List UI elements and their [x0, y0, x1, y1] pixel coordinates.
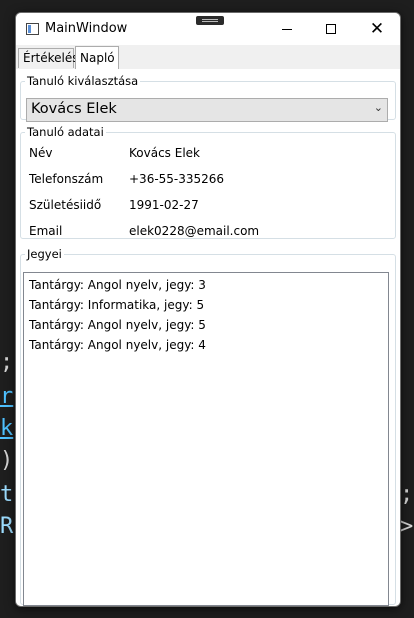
title-bar[interactable]: MainWindow ✕ — [16, 13, 400, 45]
tab-naplo[interactable]: Napló — [75, 46, 119, 69]
background-code-fragment: k — [0, 416, 14, 441]
background-code-fragment: ) — [0, 448, 14, 473]
tab-strip: Értékelés Napló — [16, 45, 400, 70]
student-data-group: Tanuló adatai Név Kovács Elek Telefonszá… — [20, 125, 396, 239]
phone-label: Telefonszám — [29, 172, 104, 186]
background-code-fragment: t — [0, 482, 14, 507]
close-button[interactable]: ✕ — [354, 13, 400, 45]
chevron-down-icon[interactable]: ⌄ — [374, 101, 383, 114]
grades-group: Jegyei Tantárgy: Angol nyelv, jegy: 3 Ta… — [20, 247, 396, 606]
close-icon: ✕ — [369, 18, 385, 39]
minimize-icon — [282, 28, 292, 30]
background-code-fragment: R — [0, 514, 14, 539]
list-item[interactable]: Tantárgy: Informatika, jegy: 5 — [29, 298, 204, 312]
maximize-button[interactable] — [308, 13, 354, 45]
student-select-group: Tanuló kiválasztása Kovács Elek ⌄ — [20, 74, 396, 122]
tab-ertekeles[interactable]: Értékelés — [18, 48, 78, 68]
student-combobox[interactable]: Kovács Elek ⌄ — [26, 98, 388, 122]
minimize-button[interactable] — [264, 13, 310, 45]
tab-content-naplo: Tanuló kiválasztása Kovács Elek ⌄ Tanuló… — [16, 69, 400, 606]
maximize-icon — [326, 24, 336, 34]
background-code-fragment: ; — [0, 350, 14, 375]
student-combobox-value: Kovács Elek — [31, 101, 117, 117]
phone-value: +36-55-335266 — [129, 172, 225, 186]
birthdate-value: 1991-02-27 — [129, 198, 199, 212]
background-code-fragment: > — [400, 514, 414, 539]
student-data-legend: Tanuló adatai — [27, 125, 104, 139]
birthdate-label: Születésiidő — [29, 198, 102, 212]
window-title: MainWindow — [45, 21, 128, 36]
name-label: Név — [29, 146, 53, 160]
email-label: Email — [29, 224, 63, 238]
main-window: MainWindow ✕ Értékelés Napló Tanuló kivá… — [15, 12, 401, 607]
name-value: Kovács Elek — [129, 146, 200, 160]
grades-legend: Jegyei — [27, 247, 62, 261]
list-item[interactable]: Tantárgy: Angol nyelv, jegy: 4 — [29, 338, 206, 352]
snap-drag-handle[interactable] — [196, 16, 224, 25]
app-window-icon — [26, 23, 39, 35]
list-item[interactable]: Tantárgy: Angol nyelv, jegy: 5 — [29, 318, 206, 332]
student-select-legend: Tanuló kiválasztása — [27, 74, 139, 88]
email-value: elek0228@email.com — [129, 224, 260, 238]
background-code-fragment: r — [0, 384, 14, 409]
background-code-fragment: ; — [400, 482, 414, 507]
grades-listbox[interactable]: Tantárgy: Angol nyelv, jegy: 3 Tantárgy:… — [23, 272, 389, 606]
list-item[interactable]: Tantárgy: Angol nyelv, jegy: 3 — [29, 278, 206, 292]
